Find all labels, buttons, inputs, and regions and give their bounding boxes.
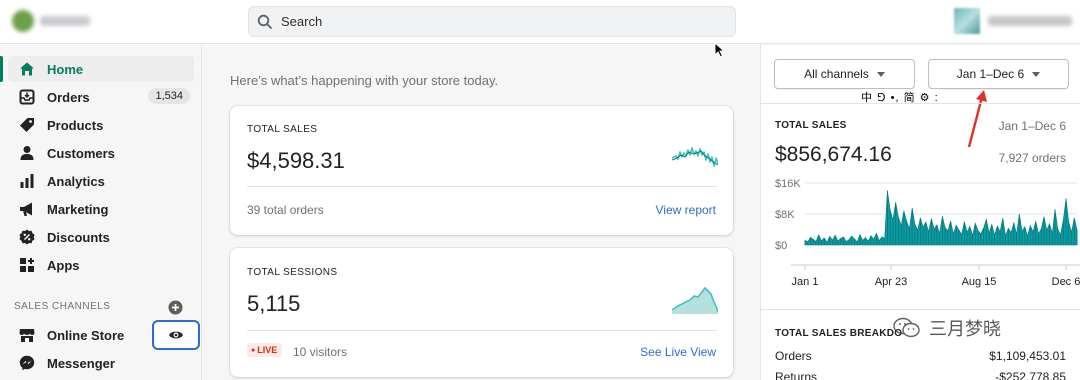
sidebar-item-label: Apps: [47, 257, 80, 273]
sidebar-item-home[interactable]: Home: [0, 56, 194, 82]
total-sales-card: TOTAL SALES $4,598.31 39 total orders Vi…: [230, 106, 733, 235]
live-visitors-text: 10 visitors: [293, 345, 348, 359]
view-online-store-button[interactable]: [152, 320, 200, 350]
sidebar-item-discounts[interactable]: Discounts: [8, 224, 194, 250]
sidebar-item-messenger[interactable]: Messenger: [8, 350, 194, 376]
red-arrow-annotation-icon: [967, 90, 987, 148]
person-icon: [17, 143, 37, 163]
panel-divider: [761, 309, 1080, 310]
date-range-dropdown[interactable]: Jan 1–Dec 6: [928, 59, 1069, 89]
total-orders-count: 7,927 orders: [998, 151, 1066, 165]
mouse-cursor-icon: [714, 42, 726, 58]
chevron-down-icon: [876, 71, 885, 77]
sidebar-item-label: Products: [47, 117, 104, 133]
card-value: 5,115: [247, 291, 301, 316]
search-icon: [257, 14, 272, 29]
sessions-sparkline: [672, 286, 718, 314]
total-sales-value: $856,674.16: [775, 143, 892, 166]
sidebar-item-customers[interactable]: Customers: [8, 140, 194, 166]
breakdown-row-value: -$252,778.85: [995, 370, 1066, 380]
card-divider: [247, 186, 717, 187]
card-label: TOTAL SESSIONS: [247, 267, 338, 278]
sidebar-item-label: Customers: [47, 145, 115, 161]
apps-icon: [17, 255, 37, 275]
sidebar-item-label: Marketing: [47, 201, 109, 217]
live-badge: LIVE: [247, 343, 283, 357]
breakdown-label: TOTAL SALES BREAKDO: [775, 328, 903, 339]
chart-y-tick-label: $0: [775, 240, 787, 252]
avatar[interactable]: [954, 8, 980, 34]
chart-x-tick-label: Dec 6: [1052, 276, 1080, 288]
card-divider: [247, 330, 717, 331]
channels-dropdown-label: All channels: [804, 67, 869, 81]
sidebar-item-online-store[interactable]: Online Store: [8, 322, 150, 348]
discount-icon: [17, 227, 37, 247]
chart-x-tick-label: Aug 15: [962, 276, 997, 288]
sidebar-item-label: Discounts: [47, 229, 110, 245]
sidebar-item-label: Online Store: [47, 327, 125, 343]
sidebar: Home Orders 1,534 Products Customers Ana…: [0, 45, 202, 380]
store-logo[interactable]: [12, 10, 34, 32]
chart-series-area: [804, 190, 1078, 246]
total-orders-text: 39 total orders: [247, 203, 324, 217]
channels-dropdown[interactable]: All channels: [774, 59, 915, 89]
tag-icon: [17, 115, 37, 135]
user-name-blurred[interactable]: [988, 16, 1072, 26]
sidebar-item-label: Messenger: [47, 355, 115, 371]
page-intro: Here’s what’s happening with your store …: [230, 73, 499, 88]
sidebar-item-apps[interactable]: Apps: [8, 252, 194, 278]
store-icon: [17, 325, 37, 345]
chart-x-tick-label: Jan 1: [792, 276, 819, 288]
card-label: TOTAL SALES: [247, 124, 318, 135]
total-sessions-card: TOTAL SESSIONS 5,115 LIVE 10 visitors Se…: [230, 248, 733, 377]
wechat-icon: [893, 317, 920, 338]
chart-y-tick-label: $16K: [775, 178, 801, 190]
watermark: 三月梦晓: [893, 315, 1001, 341]
sales-sparkline: [672, 147, 718, 167]
store-name-blurred[interactable]: [40, 16, 90, 26]
sales-channels-title: SALES CHANNELS: [14, 301, 111, 312]
orders-icon: [17, 87, 37, 107]
megaphone-icon: [17, 199, 37, 219]
date-range-label: Jan 1–Dec 6: [956, 67, 1025, 81]
breakdown-row-label: Orders: [775, 349, 812, 363]
orders-count-badge: 1,534: [148, 88, 190, 104]
chart-y-tick-label: $8K: [775, 209, 795, 221]
home-icon: [17, 59, 37, 79]
total-sales-label: TOTAL SALES: [775, 120, 847, 131]
sidebar-item-marketing[interactable]: Marketing: [8, 196, 194, 222]
sidebar-item-orders[interactable]: Orders 1,534: [8, 84, 194, 110]
card-value: $4,598.31: [247, 148, 345, 173]
breakdown-row-value: $1,109,453.01: [989, 349, 1066, 363]
chart-x-tick-label: Apr 23: [875, 276, 907, 288]
sidebar-item-products[interactable]: Products: [8, 112, 194, 138]
total-sales-range: Jan 1–Dec 6: [998, 119, 1066, 133]
search-input[interactable]: Search: [248, 6, 736, 37]
breakdown-row-label: Returns: [775, 370, 818, 380]
search-placeholder: Search: [281, 14, 323, 29]
panel-divider: [761, 103, 1080, 104]
sidebar-item-label: Orders: [47, 89, 90, 105]
messenger-icon: [17, 353, 37, 373]
top-bar: Search: [0, 0, 1080, 44]
sidebar-item-label: Home: [47, 61, 84, 77]
watermark-text: 三月梦晓: [929, 319, 1001, 339]
add-channel-icon[interactable]: [168, 300, 183, 315]
sidebar-item-label: Analytics: [47, 173, 105, 189]
sidebar-item-analytics[interactable]: Analytics: [8, 168, 194, 194]
eye-icon: [169, 331, 183, 339]
bar-chart-icon: [17, 171, 37, 191]
chevron-down-icon: [1032, 71, 1041, 77]
see-live-view-link[interactable]: See Live View: [640, 345, 716, 359]
total-sales-chart: $16K $8K $0 Jan 1 Apr 23 Aug 15 Dec 6: [775, 178, 1080, 288]
view-report-link[interactable]: View report: [656, 203, 716, 217]
